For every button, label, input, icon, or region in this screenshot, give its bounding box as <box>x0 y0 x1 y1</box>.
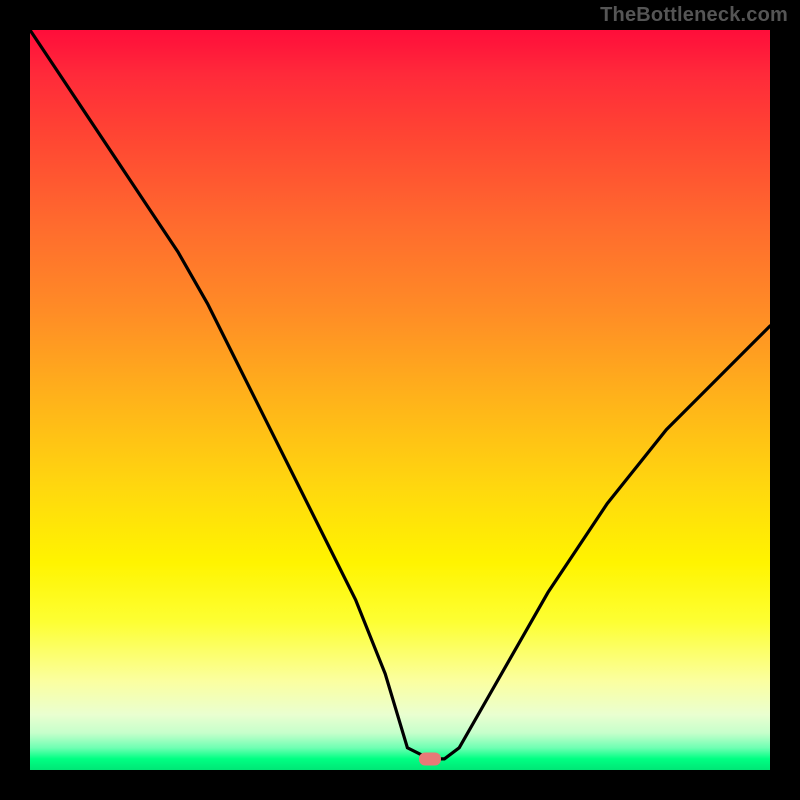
watermark-text: TheBottleneck.com <box>600 4 788 27</box>
optimal-point-marker <box>419 752 441 765</box>
bottleneck-curve-path <box>30 30 770 759</box>
plot-area <box>30 30 770 770</box>
curve-svg <box>30 30 770 770</box>
chart-frame: TheBottleneck.com <box>0 0 800 800</box>
